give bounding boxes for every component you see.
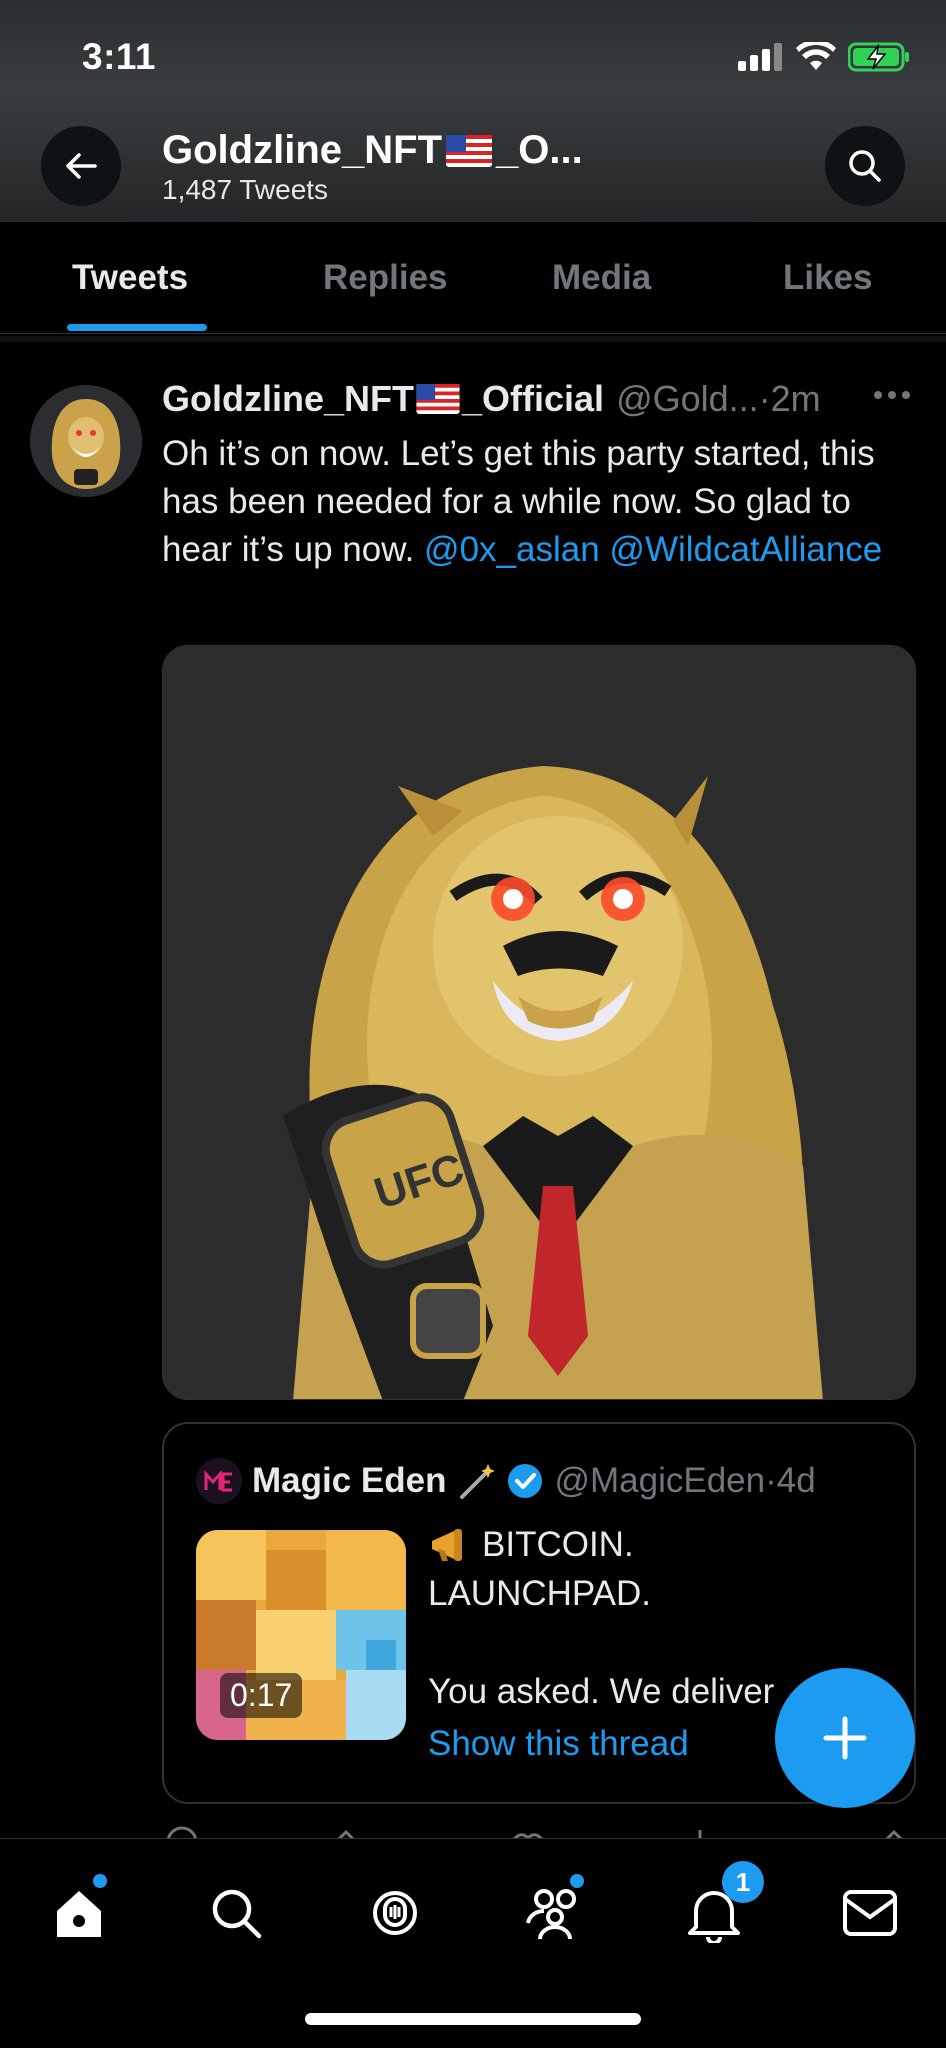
us-flag-icon [416, 384, 460, 414]
us-flag-icon [446, 134, 492, 167]
nav-home[interactable] [39, 1873, 119, 1953]
home-unread-dot [93, 1874, 107, 1888]
magic-wand-icon [460, 1464, 496, 1499]
tab-media[interactable]: Media [552, 258, 651, 298]
quoted-handle: @MagicEden [554, 1461, 766, 1500]
nav-communities[interactable] [515, 1873, 595, 1953]
back-button[interactable] [41, 126, 121, 206]
tweet-author-name-suffix[interactable]: _Official [462, 378, 604, 420]
tweet-author-name[interactable]: Goldzline_NFT [162, 378, 414, 420]
profile-title: Goldzline_NFT _O... [162, 128, 583, 173]
mail-icon [843, 1890, 897, 1936]
notification-badge: 1 [722, 1861, 764, 1903]
bottom-navigation: 1 [0, 1838, 946, 2048]
quoted-author-name: Magic Eden [252, 1461, 447, 1500]
communities-unread-dot [570, 1874, 584, 1888]
avatar[interactable] [30, 385, 142, 497]
tab-likes[interactable]: Likes [783, 258, 873, 298]
status-icons [738, 42, 910, 72]
megaphone-icon [432, 1528, 462, 1561]
profile-tabs: Tweets Replies Media Likes [0, 222, 946, 334]
profile-header: 3:11 Goldzline_NFT _O... 1,487 Tweets [0, 0, 946, 222]
quoted-tweet-header: Magic Eden @MagicEden ·4d [196, 1458, 816, 1504]
plus-icon [823, 1716, 867, 1760]
lion-nft-illustration: UFC [163, 646, 915, 1399]
search-button[interactable] [825, 126, 905, 206]
tweet-time: ·2m [758, 378, 821, 419]
nav-spaces[interactable] [355, 1873, 435, 1953]
home-indicator [305, 2013, 641, 2025]
show-thread-link[interactable]: Show this thread [428, 1724, 689, 1764]
spaces-microphone-icon [373, 1891, 418, 1935]
communities-icon [526, 1889, 576, 1940]
tweet-handle[interactable]: @Gold... [616, 378, 759, 420]
mention-link[interactable]: @WildcatAlliance [609, 530, 882, 569]
mention-link[interactable]: @0x_aslan [424, 530, 600, 569]
tweet-header: Goldzline_NFT _Official @Gold... ·2m [162, 378, 821, 420]
compose-tweet-button[interactable] [775, 1668, 915, 1808]
battery-charging-icon [848, 42, 909, 72]
status-time: 3:11 [82, 36, 157, 77]
profile-title-name: Goldzline_NFT [162, 128, 442, 172]
arrow-left-icon [66, 153, 97, 179]
more-options-button[interactable] [872, 388, 912, 406]
tab-tweets[interactable]: Tweets [72, 258, 188, 298]
search-icon [212, 1889, 262, 1939]
home-icon [57, 1891, 101, 1937]
tweet-text: Oh it’s on now. Let’s get this party sta… [162, 430, 902, 574]
video-duration: 0:17 [220, 1673, 303, 1718]
more-dots-icon [874, 391, 910, 399]
profile-title-suffix: _O... [496, 128, 583, 172]
quoted-time: ·4d [765, 1461, 816, 1500]
wifi-icon [796, 42, 836, 70]
nav-search[interactable] [196, 1873, 276, 1953]
quoted-line-2: LAUNCHPAD. [428, 1574, 652, 1613]
verified-badge-icon [508, 1464, 543, 1498]
magic-eden-logo-icon [196, 1458, 242, 1504]
tab-replies[interactable]: Replies [323, 258, 448, 298]
signal-icon [738, 43, 782, 71]
lion-avatar-icon [30, 385, 142, 497]
quoted-line-1: BITCOIN. [482, 1525, 634, 1564]
nav-messages[interactable] [830, 1873, 910, 1953]
tweet-count: 1,487 Tweets [162, 174, 329, 205]
active-tab-indicator [67, 324, 207, 331]
search-icon [849, 150, 881, 182]
tweet-media-image[interactable]: UFC [162, 645, 916, 1400]
quoted-video-thumbnail[interactable]: 0:17 [196, 1530, 406, 1740]
divider [0, 336, 946, 342]
